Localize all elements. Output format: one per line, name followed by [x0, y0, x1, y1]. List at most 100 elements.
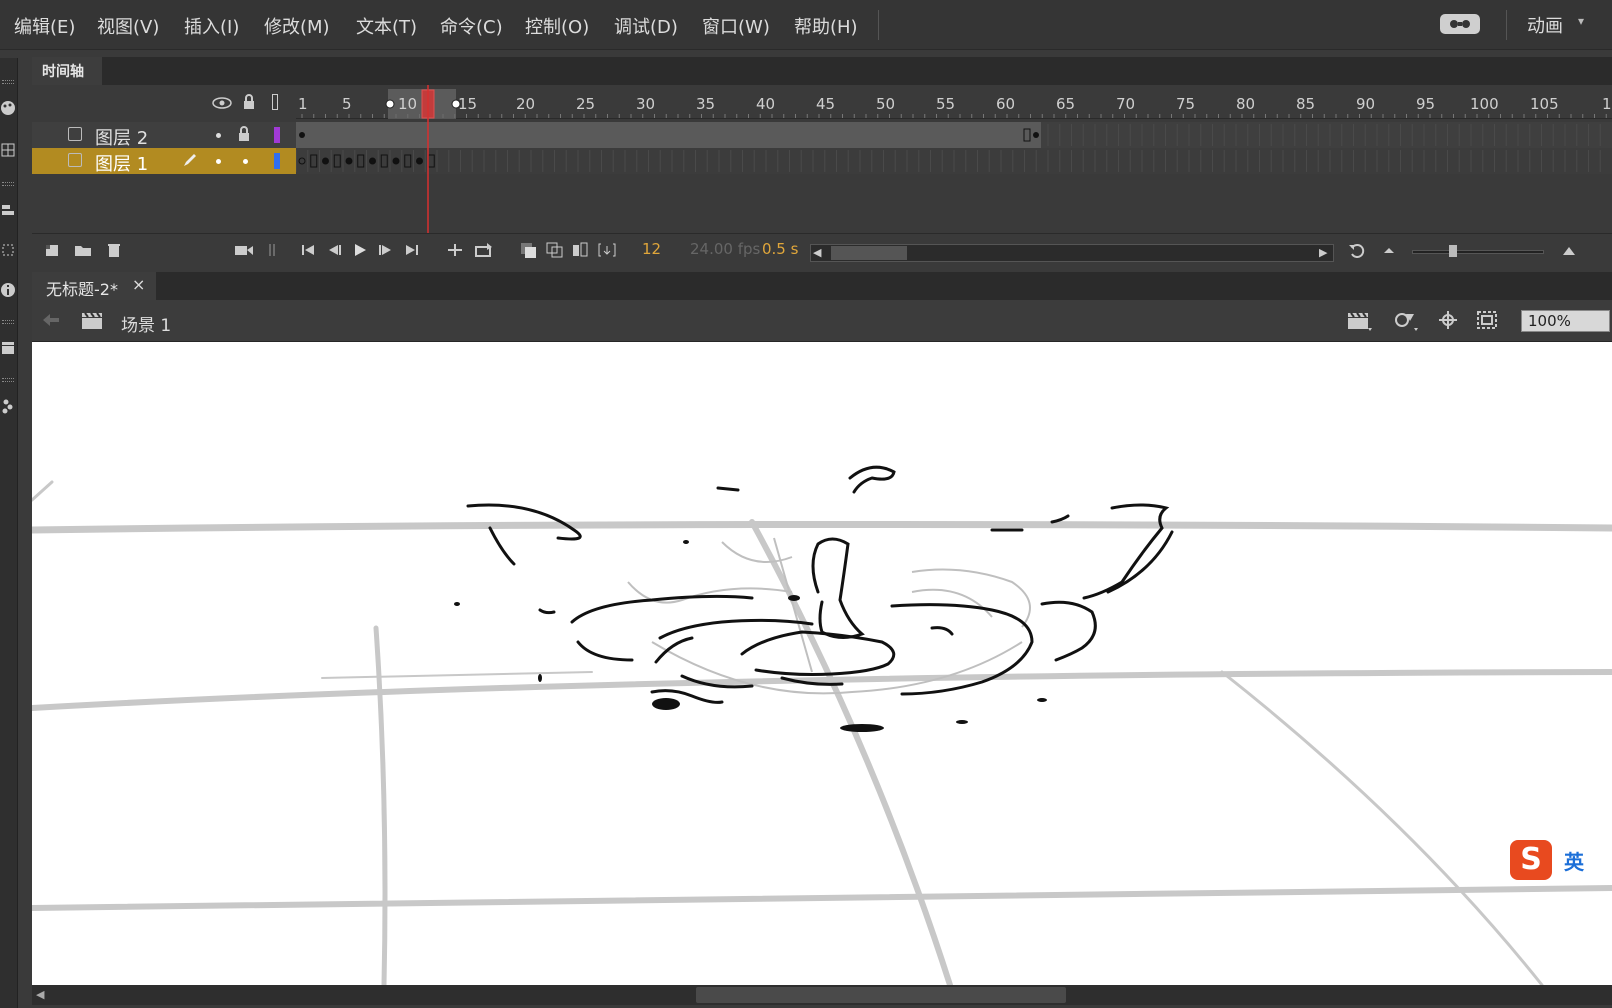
layer-row-selected[interactable]: 图层 1 [32, 148, 296, 176]
step-forward-icon[interactable] [378, 242, 394, 262]
perspective-grid [32, 480, 1612, 985]
menu-control[interactable]: 控制(O) [525, 13, 589, 39]
menu-window[interactable]: 窗口(W) [702, 13, 770, 39]
stage-horizontal-scrollbar[interactable]: ◀ [32, 985, 1612, 1005]
elapsed-time-field[interactable]: 0.5 s [762, 240, 798, 258]
menu-insert[interactable]: 插入(I) [184, 13, 239, 39]
layer-color-swatch[interactable] [274, 153, 280, 169]
go-to-first-frame-icon[interactable] [300, 242, 316, 262]
scroll-left-icon[interactable]: ◀ [813, 246, 821, 259]
center-frame-icon[interactable] [446, 242, 464, 262]
delete-icon[interactable] [106, 242, 122, 262]
zoom-out-icon[interactable] [1382, 242, 1396, 262]
scene-label[interactable]: 场景 1 [121, 311, 171, 336]
frame-size-slider[interactable] [1412, 245, 1544, 257]
keyframe[interactable] [416, 157, 423, 165]
lock-toggle[interactable] [243, 159, 248, 164]
keyframe[interactable] [1033, 132, 1039, 138]
menu-help[interactable]: 帮助(H) [794, 13, 858, 39]
layer-icon [68, 127, 82, 141]
keyframe[interactable] [322, 157, 329, 165]
layer-name[interactable]: 图层 1 [95, 150, 148, 176]
components-icon[interactable] [0, 398, 16, 414]
clip-content-icon[interactable] [1476, 310, 1498, 334]
document-tabbar: 无标题-2* × [32, 272, 1612, 300]
sync-settings-icon[interactable] [1440, 14, 1480, 34]
swatches-icon[interactable] [0, 142, 16, 158]
timeline-scroll-thumb[interactable] [831, 246, 907, 260]
ime-language-toggle[interactable]: 英 [1564, 846, 1584, 875]
layer-2-frame-span[interactable] [296, 122, 1041, 148]
menu-modify[interactable]: 修改(M) [264, 13, 330, 39]
edit-symbols-icon[interactable] [1392, 310, 1420, 336]
menu-commands[interactable]: 命令(C) [440, 13, 503, 39]
keyframe[interactable] [345, 157, 353, 165]
timeline-scrollbar[interactable]: ◀ ▶ [810, 244, 1334, 262]
new-layer-icon[interactable] [44, 242, 60, 262]
outline-icon[interactable] [272, 94, 278, 110]
step-back-icon[interactable] [326, 242, 342, 262]
loop-icon[interactable] [474, 242, 494, 262]
ime-toolbar[interactable]: S 英 [1508, 838, 1612, 882]
current-frame-field[interactable]: 12 [642, 240, 661, 258]
splash-drawing[interactable] [466, 465, 1174, 704]
keyframe[interactable] [299, 132, 305, 138]
edit-scene-icon[interactable] [1346, 310, 1374, 336]
lock-icon[interactable] [242, 93, 256, 115]
close-icon[interactable]: × [132, 275, 145, 294]
align-icon[interactable] [0, 202, 16, 218]
zoom-input[interactable]: 100% [1521, 310, 1610, 332]
transform-icon[interactable] [0, 242, 16, 258]
camera-icon[interactable] [234, 242, 254, 262]
center-stage-icon[interactable] [1438, 310, 1458, 334]
document-tab[interactable]: 无标题-2* × [32, 272, 156, 300]
timeline-controls: 12 24.00 fps 0.5 s ◀ ▶ [32, 233, 1612, 269]
new-folder-icon[interactable] [74, 242, 92, 262]
panel-resize-icon[interactable] [268, 242, 276, 262]
color-palette-icon[interactable] [0, 100, 16, 116]
go-to-last-frame-icon[interactable] [404, 242, 420, 262]
menu-edit[interactable]: 编辑(E) [14, 13, 75, 39]
scroll-left-icon[interactable]: ◀ [36, 988, 44, 1001]
keyframe[interactable] [392, 157, 400, 165]
edit-bar: 场景 1 100% [32, 300, 1612, 342]
panel-grip-icon[interactable] [2, 182, 14, 186]
back-arrow-icon[interactable] [42, 312, 60, 332]
reset-zoom-icon[interactable] [1348, 242, 1366, 262]
document-tab-title[interactable]: 无标题-2* [46, 280, 118, 299]
edit-multiple-frames-icon[interactable] [572, 242, 590, 262]
visibility-toggle[interactable] [216, 133, 221, 138]
lock-icon[interactable] [237, 125, 251, 147]
menu-view[interactable]: 视图(V) [97, 13, 159, 39]
onion-skin-outlines-icon[interactable] [546, 242, 564, 262]
splash-droplets [454, 540, 1047, 732]
tab-timeline[interactable]: 时间轴 [32, 57, 102, 85]
visibility-toggle[interactable] [216, 159, 221, 164]
frame-rate-field[interactable]: 24.00 fps [690, 240, 760, 258]
stage-canvas[interactable] [32, 342, 1612, 985]
tool-strip [0, 58, 18, 1008]
workspace-switcher[interactable]: 动画 [1527, 12, 1563, 38]
sogou-logo-icon[interactable]: S [1510, 840, 1552, 880]
scene-icon[interactable] [0, 340, 16, 356]
clapperboard-icon [80, 310, 104, 334]
modify-onion-markers-icon[interactable] [598, 242, 616, 262]
panel-grip-icon[interactable] [2, 320, 14, 324]
stage-scroll-thumb[interactable] [696, 987, 1066, 1003]
keyframe[interactable] [369, 157, 376, 165]
info-icon[interactable] [0, 282, 16, 298]
eye-icon[interactable] [212, 95, 232, 114]
menu-debug[interactable]: 调试(D) [614, 13, 678, 39]
chevron-down-icon[interactable]: ▾ [1578, 14, 1584, 28]
panel-grip-icon[interactable] [2, 378, 14, 382]
scroll-right-icon[interactable]: ▶ [1319, 246, 1327, 259]
panel-grip-icon[interactable] [2, 80, 14, 84]
onion-skin-icon[interactable] [520, 242, 538, 262]
play-icon[interactable] [352, 242, 368, 262]
slider-thumb[interactable] [1449, 245, 1457, 257]
layer-row[interactable]: 图层 2 [32, 122, 296, 150]
menu-text[interactable]: 文本(T) [356, 13, 417, 39]
zoom-in-icon[interactable] [1562, 242, 1576, 262]
layer-color-swatch[interactable] [274, 127, 280, 143]
layer-name[interactable]: 图层 2 [95, 124, 148, 150]
